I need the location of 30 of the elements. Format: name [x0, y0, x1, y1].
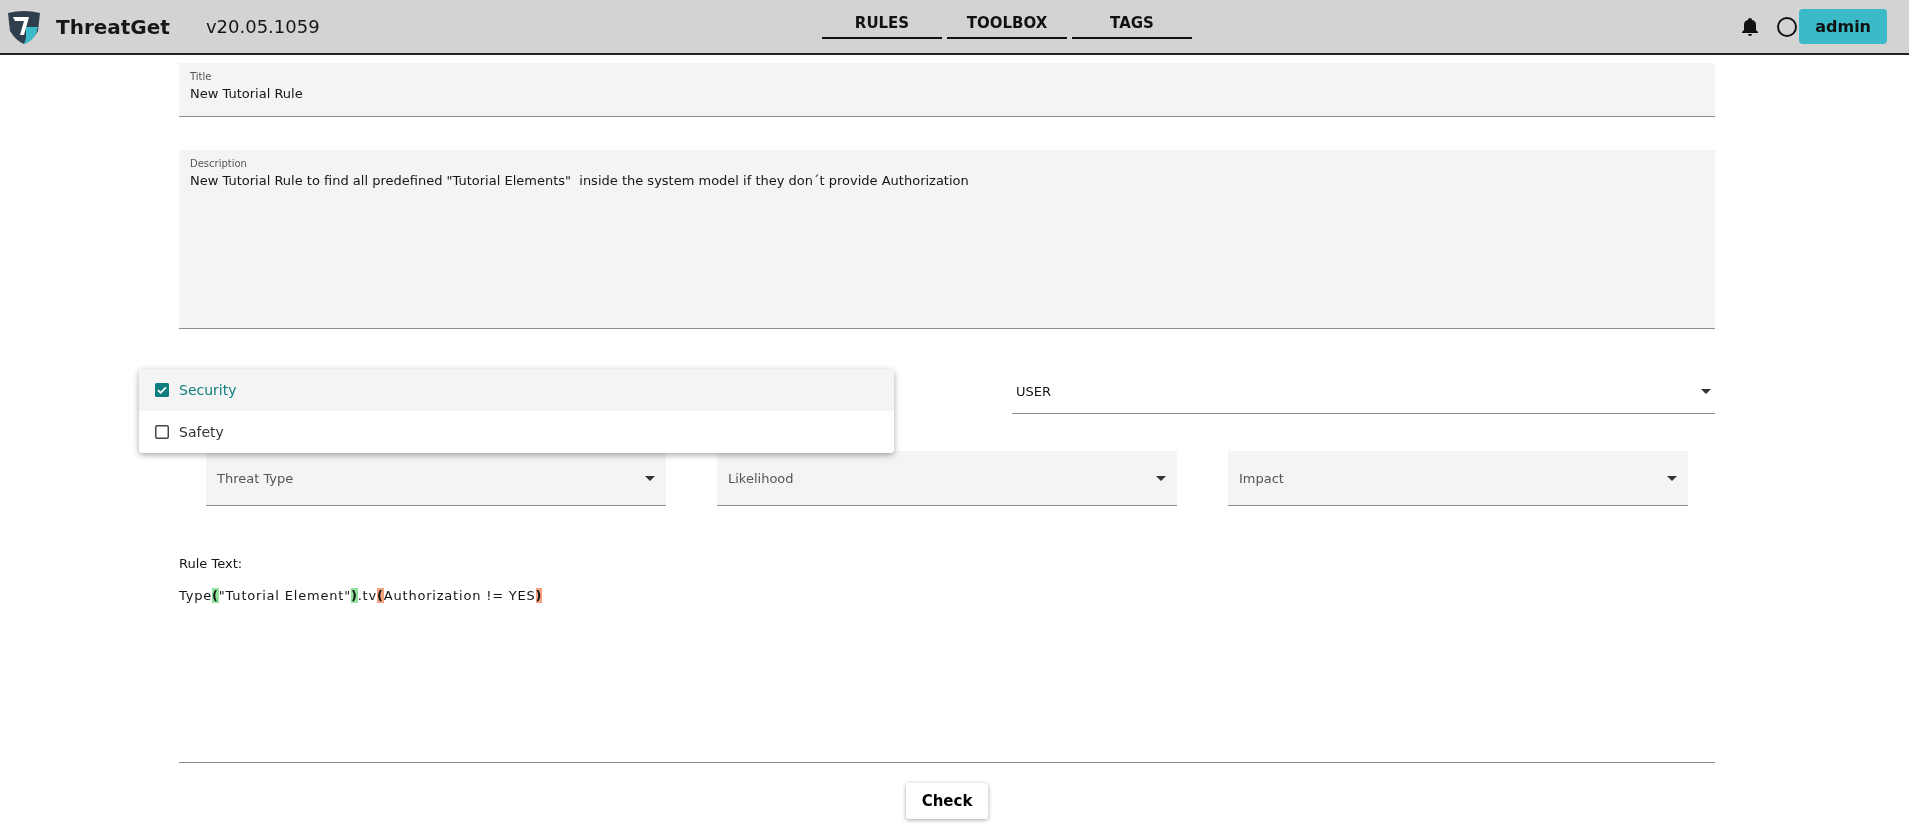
nav-tab[interactable]: TAGS	[1072, 0, 1192, 39]
circle-icon[interactable]	[1777, 16, 1798, 37]
field-label: Description	[190, 158, 248, 169]
nav-tab[interactable]: RULES	[822, 0, 942, 39]
role-select[interactable]: USER	[1012, 369, 1715, 414]
check-button[interactable]: Check	[905, 783, 989, 819]
dropdown-field[interactable]: Threat Type	[206, 451, 666, 506]
caret-icon	[645, 475, 655, 481]
description-field[interactable]: Description New Tutorial Rule to find all predefined "Tutorial Elements" inside the system model if they don´t provide Authorization	[179, 150, 1715, 329]
app-name: ThreatGet	[56, 14, 170, 39]
rule-text-label: Rule Text:	[179, 556, 243, 571]
caret-icon	[1701, 388, 1711, 394]
field-label: Title	[190, 71, 213, 82]
dropdown-option[interactable]: Safety	[139, 411, 894, 453]
dropdown-field[interactable]: Impact	[1228, 451, 1688, 506]
caret-icon	[1667, 475, 1677, 481]
user-button[interactable]: admin	[1799, 9, 1887, 44]
checkbox[interactable]	[155, 383, 169, 397]
bell-icon[interactable]	[1741, 16, 1760, 37]
version-label: v20.05.1059	[205, 16, 320, 37]
field-value: New Tutorial Rule	[190, 86, 304, 101]
checkbox[interactable]	[155, 425, 169, 439]
title-field[interactable]: Title New Tutorial Rule	[179, 63, 1715, 117]
shield-logo-icon	[6, 8, 42, 45]
rule-code: Type("Tutorial Element").tv(Authorization != YES)	[179, 588, 543, 603]
field-value: New Tutorial Rule to find all predefined "Tutorial Elements" inside the system model if they don´t provide Authorization	[190, 173, 970, 188]
dropdown-field[interactable]: Likelihood	[717, 451, 1177, 506]
dropdown-option[interactable]: Security	[139, 369, 894, 411]
caret-icon	[1156, 475, 1166, 481]
nav-tab[interactable]: TOOLBOX	[947, 0, 1067, 39]
